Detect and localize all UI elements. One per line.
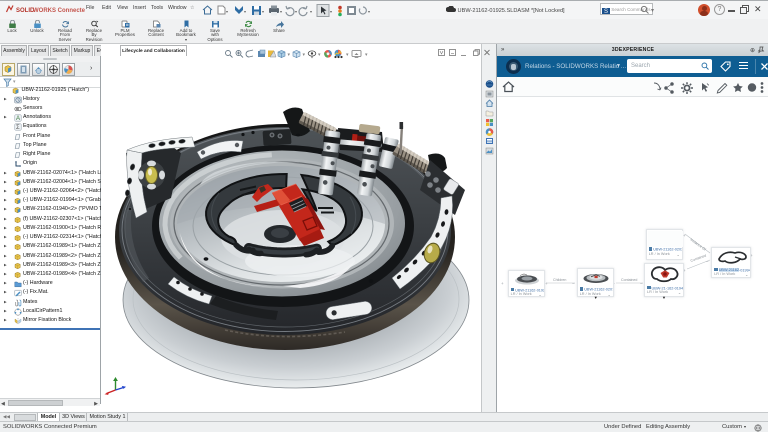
svg-text:i: i xyxy=(751,85,753,92)
svg-text:▾: ▾ xyxy=(651,8,654,14)
svg-text:▾: ▾ xyxy=(280,9,282,14)
svg-text:WORKS Connected: WORKS Connected xyxy=(33,8,85,14)
svg-text:▾: ▾ xyxy=(368,9,370,14)
svg-text:+: + xyxy=(545,281,548,286)
svg-text:+: + xyxy=(683,233,686,238)
svg-text:▾: ▾ xyxy=(310,9,312,14)
svg-text:▾: ▾ xyxy=(346,52,349,58)
svg-text:▾: ▾ xyxy=(365,52,368,58)
svg-text:▾: ▾ xyxy=(262,9,264,14)
svg-text:▾: ▾ xyxy=(330,9,332,14)
svg-text:A: A xyxy=(16,116,20,122)
svg-text:▾: ▾ xyxy=(244,9,246,14)
svg-text:Σ: Σ xyxy=(16,126,20,132)
svg-text:Contained: Contained xyxy=(690,254,707,263)
svg-text:−: − xyxy=(706,259,709,264)
svg-text:▾: ▾ xyxy=(288,52,291,58)
svg-text:▾: ▾ xyxy=(295,9,297,14)
svg-text:▾: ▾ xyxy=(318,52,321,58)
svg-text:−: − xyxy=(640,281,643,286)
svg-text:Instance Of: Instance Of xyxy=(689,238,706,252)
svg-text:▾: ▾ xyxy=(303,52,306,58)
svg-text:▾: ▾ xyxy=(226,9,228,14)
svg-text:+: + xyxy=(501,281,504,286)
svg-text:−: − xyxy=(572,281,575,286)
svg-text:Children: Children xyxy=(553,278,566,282)
svg-text:Contained: Contained xyxy=(621,278,637,282)
